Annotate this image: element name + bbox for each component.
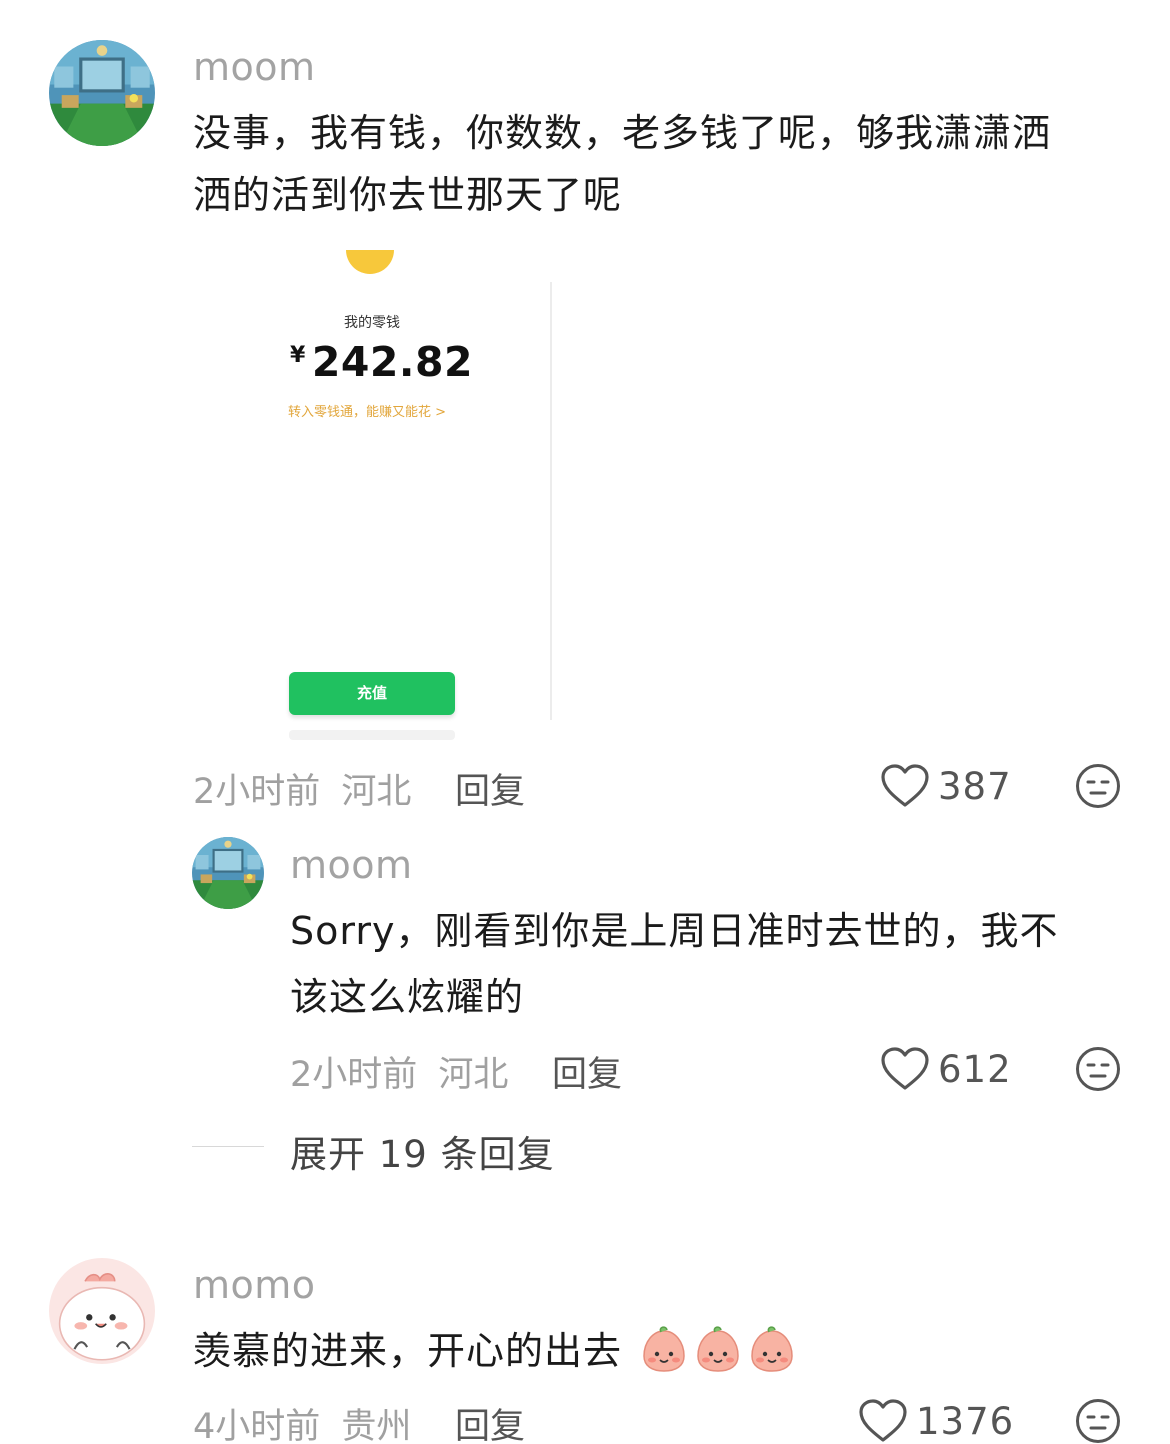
dislike-button[interactable] (1075, 1398, 1121, 1444)
coin-icon (346, 250, 394, 274)
peach-face-emoji-icon (751, 1326, 793, 1372)
comment-location: 贵州 (341, 1407, 412, 1444)
reply-button[interactable]: 回复 (552, 1046, 622, 1097)
comment-text-line: 羡慕的进来，开心的出去 (193, 1329, 623, 1373)
like-count: 1376 (916, 1399, 1015, 1443)
dislike-button[interactable] (1075, 763, 1121, 809)
reply-location: 河北 (438, 1055, 509, 1095)
expand-divider (192, 1146, 264, 1147)
reply-text-line: Sorry，刚看到你是上周日准时去世的，我不 (290, 909, 1059, 953)
comment-text-line: 没事，我有钱，你数数，老多钱了呢，够我潇潇洒 (193, 111, 1052, 155)
comment-text: 没事，我有钱，你数数，老多钱了呢，够我潇潇洒 洒的活到你去世那天了呢 (193, 102, 1133, 226)
reply-text-line: 该这么炫耀的 (290, 975, 525, 1019)
wallet-label: 我的零钱 (344, 315, 400, 331)
promo-link: 转入零钱通，能赚又能花 > (288, 405, 447, 420)
reply-text: Sorry，刚看到你是上周日准时去世的，我不 该这么炫耀的 (290, 900, 1130, 1028)
reply-button[interactable]: 回复 (455, 1398, 525, 1444)
balance-amount: 242.82 (311, 338, 474, 386)
comment-time: 4小时前 (193, 1407, 321, 1444)
peach-face-emoji-icon (643, 1326, 685, 1372)
heart-icon (859, 1399, 907, 1442)
avatar[interactable] (192, 837, 264, 909)
avatar[interactable] (49, 40, 155, 146)
expand-replies-button[interactable]: 展开 19 条回复 (290, 1124, 555, 1178)
like-button[interactable]: 612 (880, 1046, 1012, 1092)
currency-symbol: ¥ (290, 343, 306, 368)
avatar[interactable] (49, 1258, 155, 1364)
dislike-face-icon (1076, 1047, 1120, 1091)
dislike-button[interactable] (1075, 1046, 1121, 1092)
heart-icon (881, 764, 929, 807)
reply-time: 2小时前 (290, 1055, 418, 1095)
dislike-face-icon (1076, 1399, 1120, 1443)
comment-username[interactable]: momo (193, 1263, 316, 1307)
like-count: 612 (938, 1047, 1012, 1091)
like-button[interactable]: 1376 (858, 1398, 1014, 1444)
comment-meta: 4小时前 贵州 回复 (193, 1398, 613, 1444)
recharge-button: 充值 (289, 672, 455, 715)
comment-username[interactable]: moom (193, 45, 316, 89)
comment-location: 河北 (341, 772, 412, 812)
dislike-face-icon (1076, 764, 1120, 808)
heart-icon (881, 1047, 929, 1090)
secondary-button-edge (289, 730, 455, 740)
reply-username[interactable]: moom (290, 843, 413, 887)
reply-button[interactable]: 回复 (455, 763, 525, 814)
comment-meta: 2小时前 河北 回复 (193, 763, 613, 814)
like-count: 387 (938, 764, 1012, 808)
divider (550, 282, 552, 720)
peach-face-emoji-icon (697, 1326, 739, 1372)
comment-text-line: 洒的活到你去世那天了呢 (193, 173, 623, 217)
wallet-balance: ¥242.82 (290, 338, 473, 386)
like-button[interactable]: 387 (880, 763, 1012, 809)
reply-meta: 2小时前 河北 回复 (290, 1046, 710, 1097)
embedded-wallet-screenshot[interactable]: 我的零钱 ¥242.82 转入零钱通，能赚又能花 > 充值 (256, 250, 554, 745)
comment-text: 羡慕的进来，开心的出去 (193, 1320, 1133, 1382)
comment-time: 2小时前 (193, 772, 321, 812)
